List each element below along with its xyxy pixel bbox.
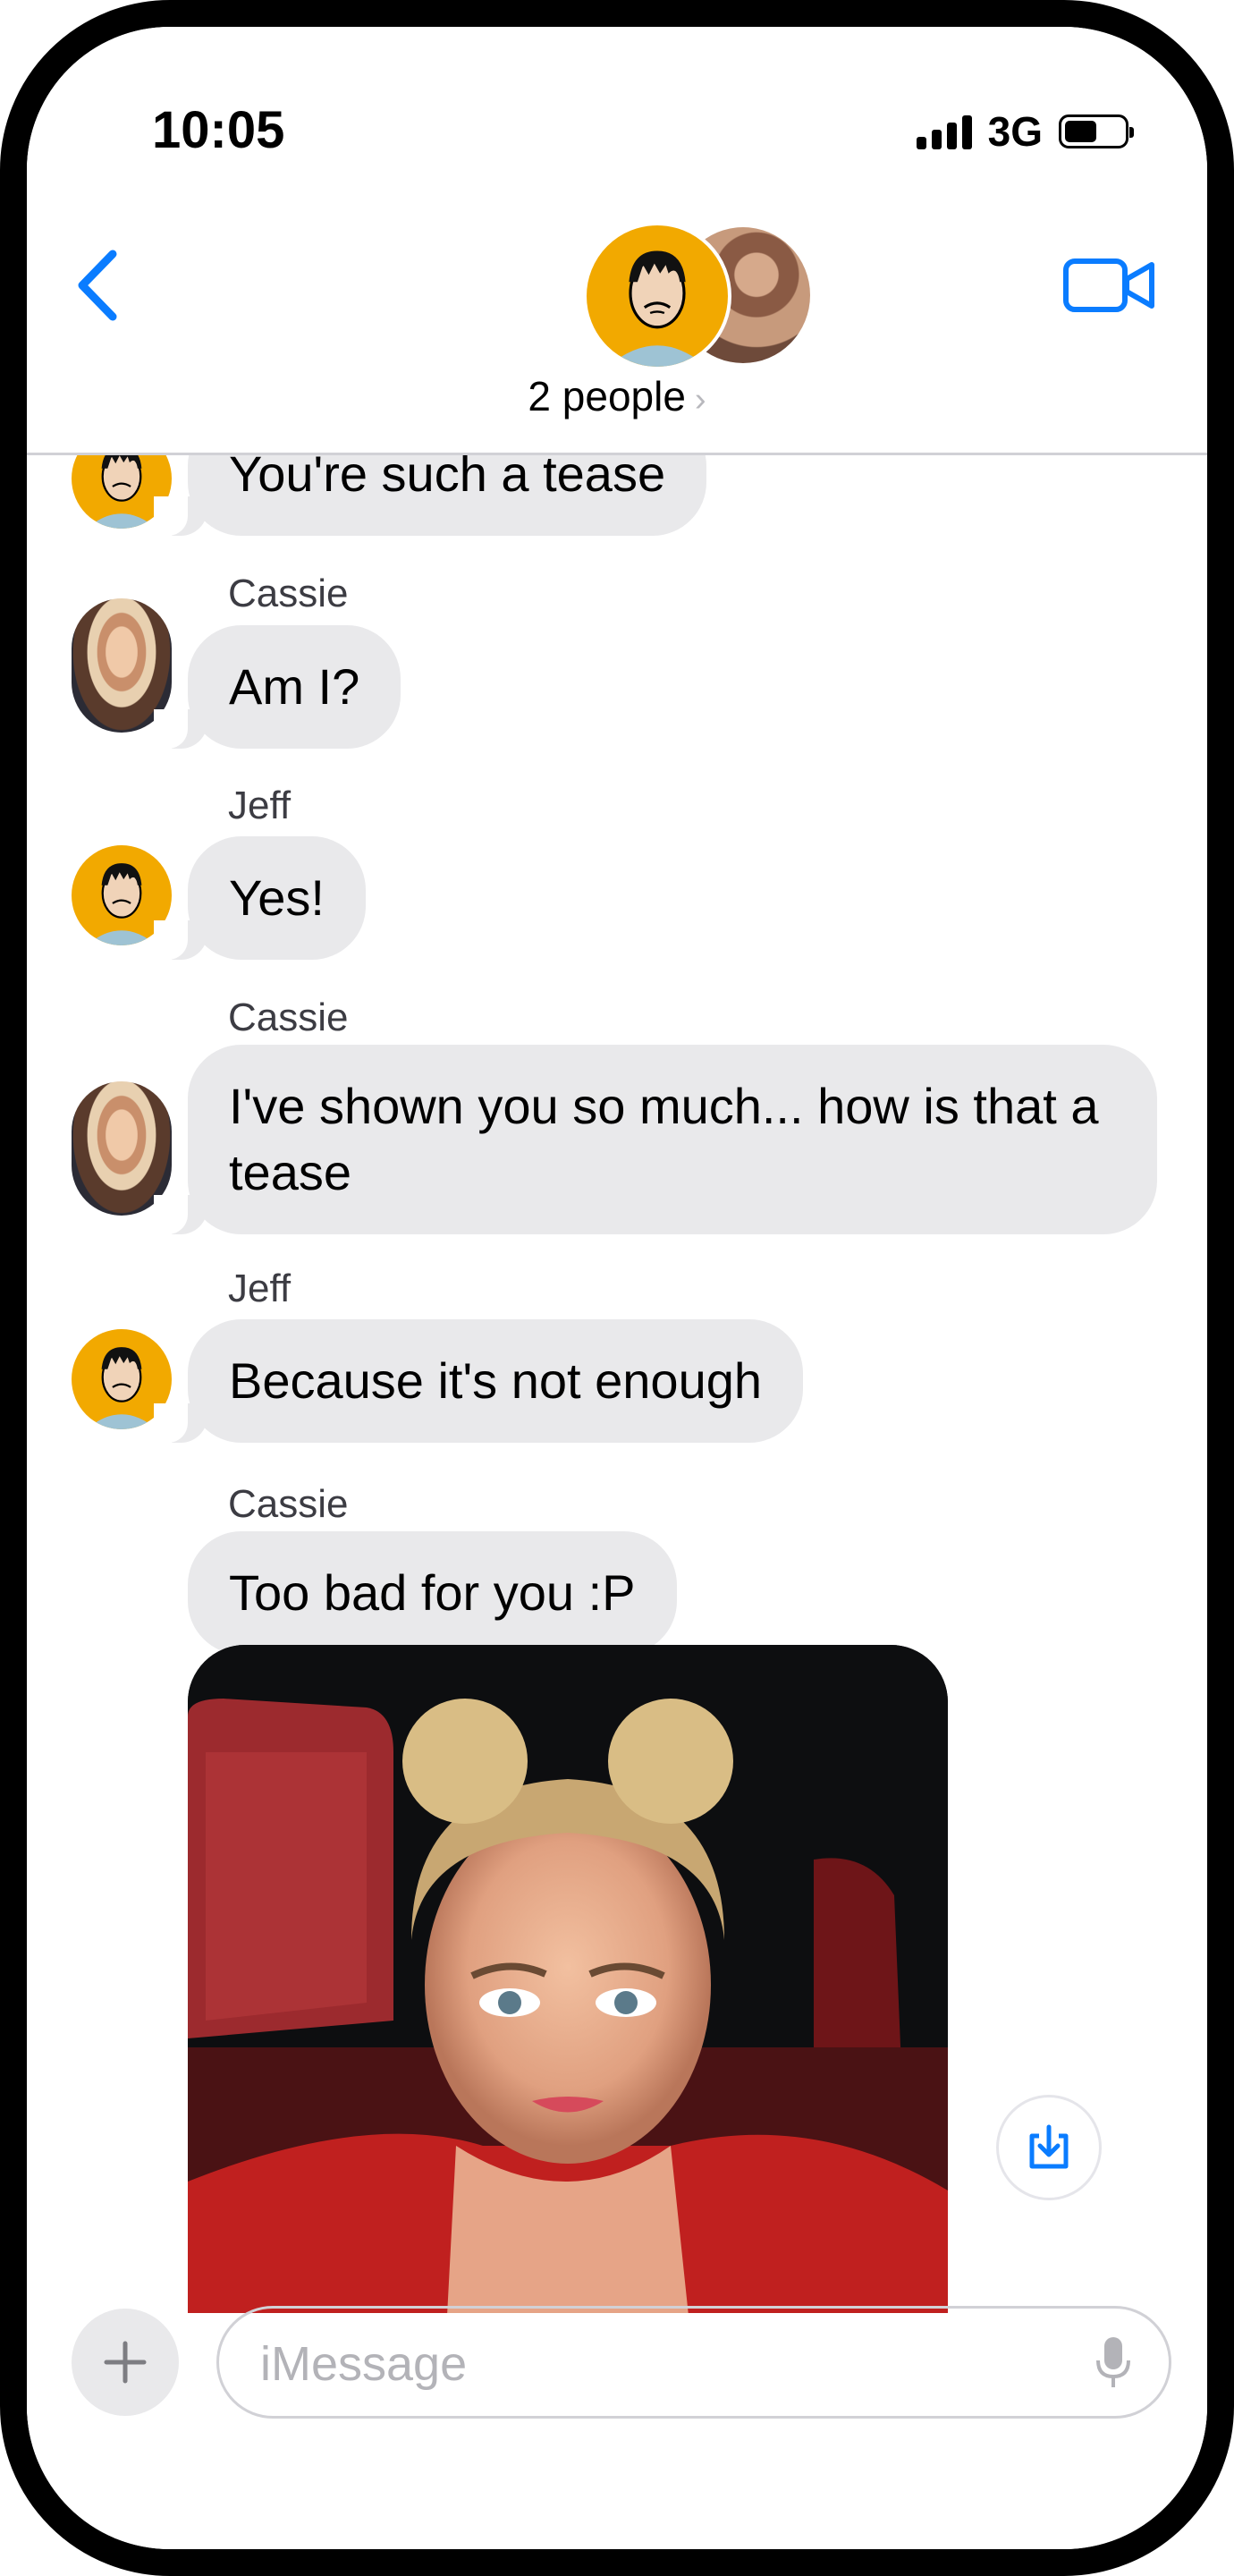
status-time: 10:05 bbox=[152, 101, 285, 159]
message-bubble[interactable]: You're such a tease bbox=[153, 455, 707, 536]
message-bubble[interactable]: Yes! bbox=[154, 836, 366, 960]
message-list[interactable]: You're such a tease Cassie Am I? Jeff Ye… bbox=[27, 455, 1207, 2313]
message-bubble[interactable]: Too bad for you :P bbox=[188, 1531, 677, 1655]
photo-image bbox=[188, 1645, 948, 2313]
screen: 10:05 3G 2 people › You're such a tease … bbox=[27, 27, 1207, 2549]
add-attachment-button[interactable] bbox=[72, 2309, 179, 2416]
photo-attachment[interactable] bbox=[188, 1645, 948, 2313]
back-chevron-icon[interactable] bbox=[66, 245, 129, 326]
sender-name: Cassie bbox=[228, 996, 349, 1039]
save-download-icon bbox=[1029, 2124, 1069, 2169]
group-label[interactable]: 2 people › bbox=[27, 372, 1207, 420]
jeff-avatar bbox=[583, 222, 731, 370]
battery-icon bbox=[1059, 114, 1134, 148]
network-type: 3G bbox=[987, 108, 1043, 155]
chevron-right-icon: › bbox=[694, 381, 706, 419]
message-input[interactable] bbox=[258, 2325, 1049, 2403]
sender-name: Jeff bbox=[228, 1267, 292, 1310]
group-avatar-stack[interactable] bbox=[583, 222, 814, 370]
message-bubble[interactable]: Because it's not enough bbox=[153, 1319, 804, 1443]
message-bubble[interactable]: I've shown you so much... how is that a … bbox=[154, 1045, 1157, 1234]
phone-frame: 10:05 3G 2 people › You're such a tease … bbox=[0, 0, 1234, 2576]
sender-name: Cassie bbox=[228, 572, 349, 615]
status-indicators: 3G bbox=[916, 107, 1134, 156]
group-count-text: 2 people bbox=[528, 373, 686, 419]
sender-name: Cassie bbox=[228, 1482, 349, 1526]
plus-icon bbox=[104, 2341, 147, 2384]
save-photo-button[interactable] bbox=[996, 2095, 1102, 2200]
message-bubble[interactable]: Am I? bbox=[153, 625, 401, 749]
microphone-icon[interactable] bbox=[1095, 2335, 1131, 2391]
signal-bars-icon bbox=[916, 114, 972, 149]
conversation-header: 2 people › bbox=[27, 197, 1207, 455]
sender-name: Jeff bbox=[228, 784, 292, 827]
video-camera-icon[interactable] bbox=[1062, 256, 1157, 315]
message-input-container[interactable] bbox=[216, 2306, 1171, 2419]
